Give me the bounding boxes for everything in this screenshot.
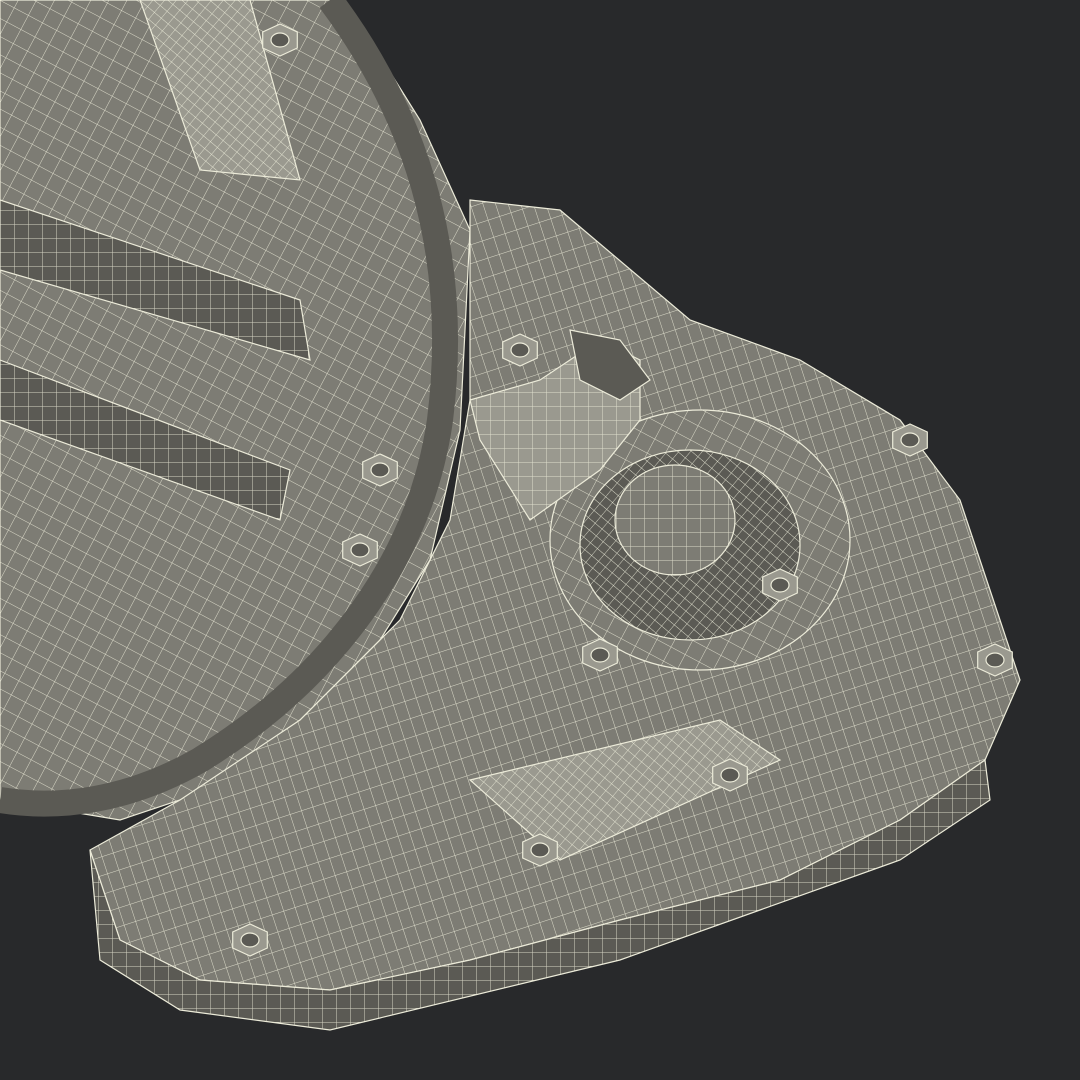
hex-bolt-head	[510, 342, 530, 358]
hex-bolt-head	[900, 432, 920, 448]
hex-bolt-head	[350, 542, 370, 558]
hex-bolt-head	[720, 767, 740, 783]
hex-bolt-head	[270, 32, 290, 48]
hex-bolt-head	[530, 842, 550, 858]
hex-bolt-head	[985, 652, 1005, 668]
hex-bolt-head	[240, 932, 260, 948]
render-viewport	[0, 0, 1080, 1080]
hex-bolt-head	[770, 577, 790, 593]
hex-bolt-head	[590, 647, 610, 663]
wireframe-render	[0, 0, 1021, 1031]
hex-bolt-head	[370, 462, 390, 478]
